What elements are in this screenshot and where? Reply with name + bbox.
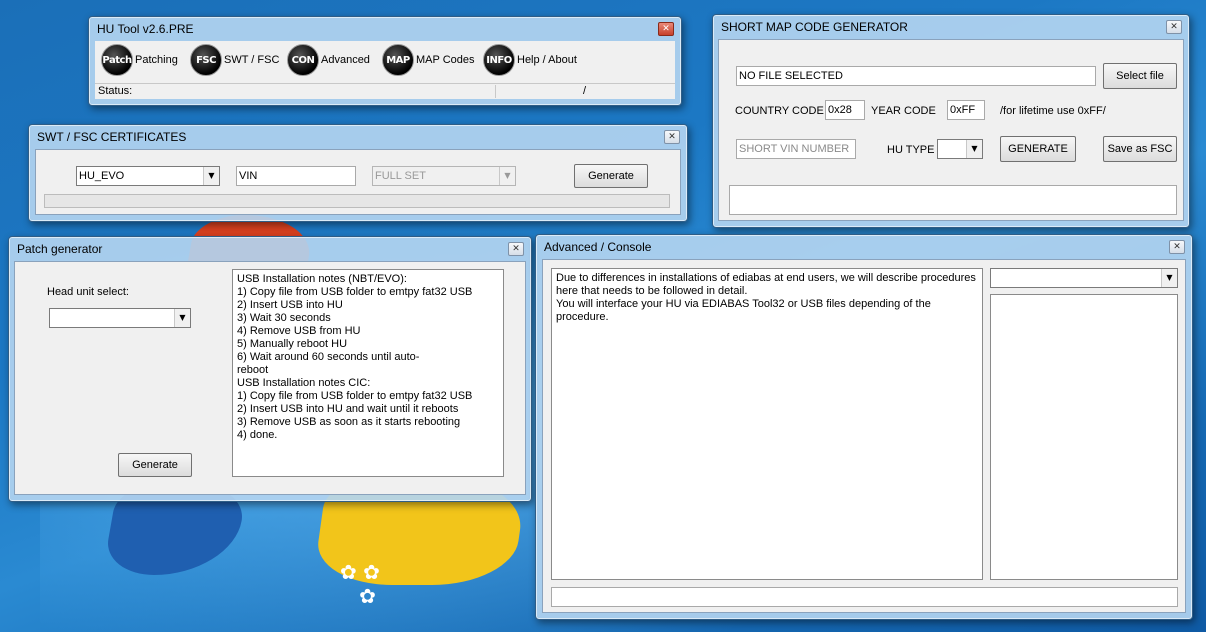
- toolbar-label: SWT / FSC: [224, 54, 280, 66]
- vin-input[interactable]: VIN: [236, 166, 356, 186]
- toolbar-label: Advanced: [321, 54, 370, 66]
- console-line: Due to differences in installations of e…: [556, 272, 976, 284]
- set-select-value: FULL SET: [375, 170, 426, 182]
- hu-tool-client: Patch Patching FSC SWT / FSC CON Advance…: [95, 41, 675, 99]
- console-line: You will interface your HU via EDIABAS T…: [556, 298, 934, 323]
- status-label: Status:: [98, 85, 133, 97]
- smc-client: NO FILE SELECTED Select file COUNTRY COD…: [718, 39, 1184, 221]
- toolbar-label: Patching: [135, 54, 178, 66]
- save-as-fsc-button[interactable]: Save as FSC: [1103, 136, 1177, 162]
- chevron-down-icon[interactable]: ▼: [1161, 269, 1177, 287]
- lifetime-note: /for lifetime use 0xFF/: [1000, 105, 1106, 117]
- set-select[interactable]: FULL SET ▼: [372, 166, 516, 186]
- notes-line: 1) Copy file from USB folder to emtpy fa…: [237, 286, 473, 298]
- hu-type-label: HU TYPE: [887, 144, 935, 156]
- install-notes-textarea[interactable]: USB Installation notes (NBT/EVO): 1) Cop…: [232, 269, 504, 477]
- toolbar-help-about-button[interactable]: INFO Help / About: [483, 44, 577, 76]
- close-icon[interactable]: ✕: [664, 130, 680, 144]
- patch-title: Patch generator: [17, 242, 103, 256]
- advanced-console-window: Advanced / Console ✕ Due to differences …: [535, 234, 1193, 620]
- toolbar-advanced-button[interactable]: CON Advanced: [287, 44, 370, 76]
- notes-line: 6) Wait around 60 seconds until auto-: [237, 351, 420, 363]
- patch-icon: Patch: [101, 44, 133, 76]
- notes-line: reboot: [237, 364, 269, 376]
- swt-generate-button[interactable]: Generate: [574, 164, 648, 188]
- notes-line: 4) Remove USB from HU: [237, 325, 361, 337]
- notes-line: 4) done.: [237, 429, 278, 441]
- console-titlebar[interactable]: Advanced / Console ✕: [536, 235, 1192, 259]
- info-icon: INFO: [483, 44, 515, 76]
- console-title: Advanced / Console: [544, 240, 652, 254]
- console-line: here that needs to be followed in detail…: [556, 285, 748, 297]
- hu-tool-window: HU Tool v2.6.PRE ✕ Patch Patching FSC SW…: [88, 16, 682, 106]
- year-code-input[interactable]: 0xFF: [947, 100, 985, 120]
- close-icon[interactable]: ✕: [658, 22, 674, 36]
- notes-line: 2) Insert USB into HU: [237, 299, 343, 311]
- console-select[interactable]: ▼: [990, 268, 1178, 288]
- unit-select-value: HU_EVO: [79, 170, 125, 182]
- country-code-input[interactable]: 0x28: [825, 100, 865, 120]
- country-code-label: COUNTRY CODE: [735, 105, 824, 117]
- select-file-button[interactable]: Select file: [1103, 63, 1177, 89]
- smc-generate-button[interactable]: GENERATE: [1000, 136, 1076, 162]
- short-vin-input[interactable]: SHORT VIN NUMBER: [736, 139, 856, 159]
- chevron-down-icon[interactable]: ▼: [966, 140, 982, 158]
- patch-generate-button[interactable]: Generate: [118, 453, 192, 477]
- chevron-down-icon[interactable]: ▼: [203, 167, 219, 185]
- patch-titlebar[interactable]: Patch generator ✕: [9, 237, 531, 261]
- patch-generator-window: Patch generator ✕ Head unit select: ▼ Ge…: [8, 236, 532, 502]
- patch-client: Head unit select: ▼ Generate USB Install…: [14, 261, 526, 495]
- smc-title: SHORT MAP CODE GENERATOR: [721, 20, 908, 34]
- notes-line: USB Installation notes CIC:: [237, 377, 371, 389]
- map-icon: MAP: [382, 44, 414, 76]
- toolbar-swt-fsc-button[interactable]: FSC SWT / FSC: [190, 44, 279, 76]
- chevron-down-icon[interactable]: ▼: [174, 309, 190, 327]
- status-separator: /: [583, 85, 587, 97]
- short-map-code-window: SHORT MAP CODE GENERATOR ✕ NO FILE SELEC…: [712, 14, 1190, 228]
- toolbar-label: Help / About: [517, 54, 577, 66]
- console-input[interactable]: [551, 587, 1178, 607]
- console-client: Due to differences in installations of e…: [542, 259, 1186, 613]
- swt-client: HU_EVO ▼ VIN FULL SET ▼ Generate: [35, 149, 681, 215]
- toolbar-patching-button[interactable]: Patch Patching: [101, 44, 178, 76]
- unit-select[interactable]: HU_EVO ▼: [76, 166, 220, 186]
- close-icon[interactable]: ✕: [508, 242, 524, 256]
- swt-progress-bar: [44, 194, 670, 208]
- swt-fsc-window: SWT / FSC CERTIFICATES ✕ HU_EVO ▼ VIN FU…: [28, 124, 688, 222]
- notes-line: 5) Manually reboot HU: [237, 338, 348, 350]
- notes-line: USB Installation notes (NBT/EVO):: [237, 273, 407, 285]
- close-icon[interactable]: ✕: [1166, 20, 1182, 34]
- file-path-input[interactable]: NO FILE SELECTED: [736, 66, 1096, 86]
- notes-line: 2) Insert USB into HU and wait until it …: [237, 403, 459, 415]
- swt-title: SWT / FSC CERTIFICATES: [37, 130, 187, 144]
- swt-titlebar[interactable]: SWT / FSC CERTIFICATES ✕: [29, 125, 687, 149]
- hu-tool-title: HU Tool v2.6.PRE: [97, 22, 194, 36]
- status-panel-divider: [495, 85, 496, 98]
- toolbar-map-codes-button[interactable]: MAP MAP Codes: [382, 44, 475, 76]
- head-unit-label: Head unit select:: [47, 286, 129, 298]
- fsc-icon: FSC: [190, 44, 222, 76]
- console-output[interactable]: Due to differences in installations of e…: [551, 268, 983, 580]
- notes-line: 1) Copy file from USB folder to emtpy fa…: [237, 390, 473, 402]
- toolbar-label: MAP Codes: [416, 54, 475, 66]
- chevron-down-icon[interactable]: ▼: [499, 167, 515, 185]
- notes-line: 3) Wait 30 seconds: [237, 312, 331, 324]
- status-bar: Status: /: [95, 83, 675, 99]
- close-icon[interactable]: ✕: [1169, 240, 1185, 254]
- year-code-label: YEAR CODE: [871, 105, 936, 117]
- notes-line: 3) Remove USB as soon as it starts reboo…: [237, 416, 461, 428]
- smc-output-field[interactable]: [729, 185, 1177, 215]
- console-icon: CON: [287, 44, 319, 76]
- hu-tool-titlebar[interactable]: HU Tool v2.6.PRE ✕: [89, 17, 681, 41]
- head-unit-select[interactable]: ▼: [49, 308, 191, 328]
- smc-titlebar[interactable]: SHORT MAP CODE GENERATOR ✕: [713, 15, 1189, 39]
- flower-decoration: ✿ ✿ ✿: [340, 560, 380, 608]
- console-list[interactable]: [990, 294, 1178, 580]
- hu-type-select[interactable]: ▼: [937, 139, 983, 159]
